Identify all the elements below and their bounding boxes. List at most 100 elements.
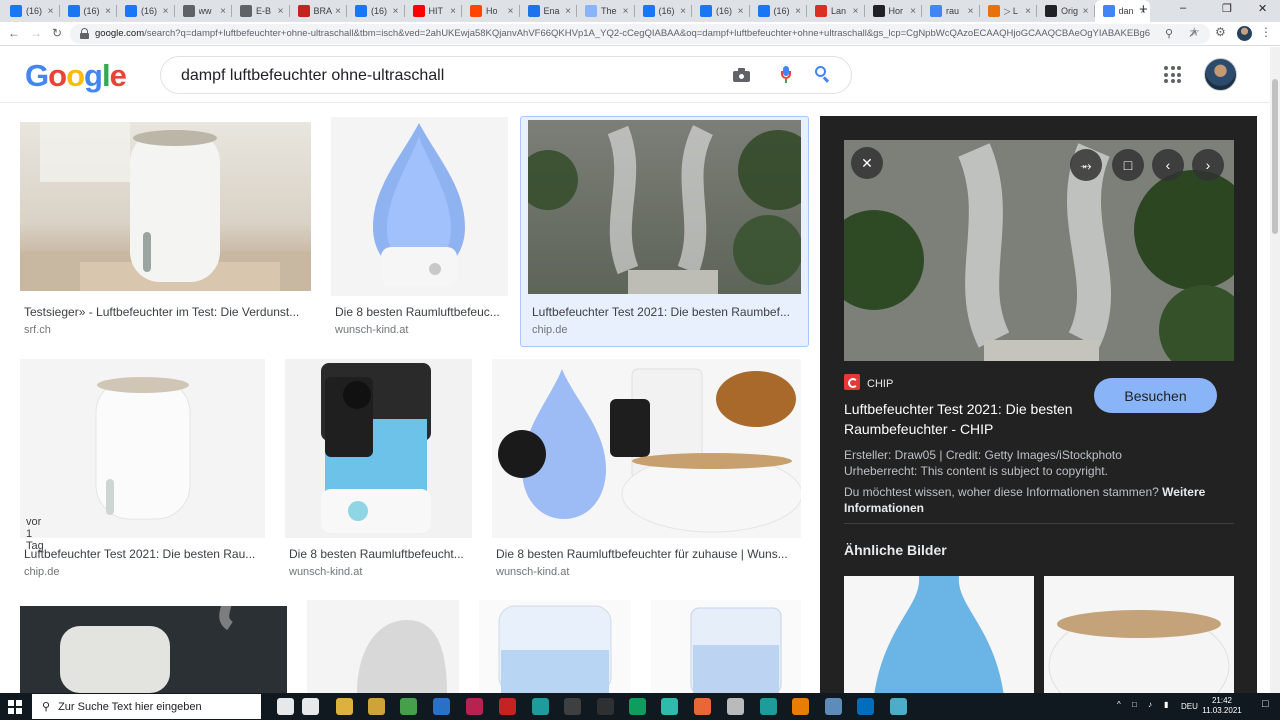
result-image[interactable]	[285, 359, 472, 538]
app-icon[interactable]	[825, 698, 842, 715]
close-tab-icon[interactable]: ×	[680, 6, 686, 17]
edge-icon[interactable]	[433, 698, 450, 715]
app-icon[interactable]	[792, 698, 809, 715]
result-image[interactable]	[331, 117, 508, 296]
app-icon[interactable]	[629, 698, 646, 715]
close-tab-icon[interactable]: ×	[738, 6, 744, 17]
zoom-icon[interactable]: ⚲	[1165, 27, 1173, 40]
search-box[interactable]: dampf luftbefeuchter ohne-ultraschall	[160, 56, 852, 94]
close-tab-icon[interactable]: ×	[48, 6, 54, 17]
close-tab-icon[interactable]: ×	[853, 6, 859, 17]
url-text[interactable]: google.com/search?q=dampf+luftbefeuchter…	[95, 28, 1150, 39]
chevron-left-icon[interactable]: ‹	[1152, 149, 1184, 181]
taskbar-clock[interactable]: 21:42 11.03.2021	[1200, 696, 1244, 716]
preview-site-name[interactable]: CHIP	[867, 378, 893, 390]
close-tab-icon[interactable]: ×	[335, 6, 341, 17]
app-icon[interactable]	[466, 698, 483, 715]
browser-profile-avatar[interactable]	[1237, 26, 1252, 41]
browser-tab[interactable]: Lan ×	[807, 0, 863, 22]
result-caption[interactable]: Die 8 besten Raumluftbefeuc...	[335, 305, 507, 319]
file-explorer-icon[interactable]	[336, 698, 353, 715]
taskbar-search[interactable]: ⚲ Zur Suche Text hier eingeben	[32, 694, 261, 719]
result-caption[interactable]: Luftbefeuchter Test 2021: Die besten Rau…	[24, 547, 264, 561]
account-avatar[interactable]	[1204, 58, 1237, 91]
task-view-icon[interactable]	[277, 698, 294, 715]
google-logo[interactable]: Google	[25, 58, 127, 94]
browser-tab[interactable]: E-B ×	[232, 0, 288, 22]
task-view2-icon[interactable]	[302, 698, 319, 715]
app-icon[interactable]	[499, 698, 516, 715]
network-icon[interactable]: □	[1132, 700, 1137, 709]
chevron-right-icon[interactable]: ›	[1192, 149, 1224, 181]
browser-tab[interactable]: (16) ×	[347, 0, 403, 22]
result-caption[interactable]: Die 8 besten Raumluftbefeucht...	[289, 547, 470, 561]
browser-tab[interactable]: Orig ×	[1037, 0, 1093, 22]
close-window-icon[interactable]: ✕	[1258, 2, 1267, 15]
result-caption[interactable]: Testsieger» - Luftbefeuchter im Test: Di…	[24, 305, 309, 319]
browser-tab[interactable]: ▷ L ×	[980, 0, 1036, 22]
result-image[interactable]	[492, 359, 801, 538]
camera-icon[interactable]	[733, 68, 750, 82]
chrome-icon[interactable]	[400, 698, 417, 715]
back-icon[interactable]: ←	[8, 26, 20, 40]
extensions-icon[interactable]: ⚙	[1215, 25, 1226, 39]
windows-start-icon[interactable]	[8, 700, 22, 714]
similar-image[interactable]	[844, 576, 1034, 696]
battery-icon[interactable]: ▮	[1164, 700, 1168, 709]
browser-tab[interactable]: Ena ×	[520, 0, 576, 22]
volume-icon[interactable]: ♪	[1148, 700, 1152, 709]
browser-tab[interactable]: The ×	[577, 0, 633, 22]
close-tab-icon[interactable]: ×	[795, 6, 801, 17]
browser-tab[interactable]: BRA ×	[290, 0, 346, 22]
microphone-icon[interactable]	[781, 66, 791, 84]
browser-tab[interactable]: (16) ×	[117, 0, 173, 22]
restore-icon[interactable]: ❐	[1222, 2, 1232, 15]
close-tab-icon[interactable]: ×	[968, 6, 974, 17]
close-tab-icon[interactable]: ×	[623, 6, 629, 17]
bookmark-star-icon[interactable]: ☆	[1189, 25, 1200, 39]
app-icon[interactable]	[661, 698, 678, 715]
browser-tab[interactable]: (16) ×	[2, 0, 58, 22]
close-tab-icon[interactable]: ×	[278, 6, 284, 17]
reload-icon[interactable]: ↻	[52, 26, 62, 40]
search-input[interactable]: dampf luftbefeuchter ohne-ultraschall	[181, 67, 444, 85]
result-image[interactable]	[20, 359, 265, 538]
close-tab-icon[interactable]: ×	[910, 6, 916, 17]
browser-tab[interactable]: (16) ×	[692, 0, 748, 22]
result-image[interactable]	[20, 122, 311, 291]
app-icon[interactable]	[760, 698, 777, 715]
app-icon[interactable]	[857, 698, 874, 715]
close-tab-icon[interactable]: ×	[450, 6, 456, 17]
close-tab-icon[interactable]: ×	[393, 6, 399, 17]
share-icon[interactable]: ⥇	[1070, 149, 1102, 181]
forward-icon[interactable]: →	[30, 26, 42, 40]
visit-button[interactable]: Besuchen	[1094, 378, 1217, 413]
page-scrollbar[interactable]	[1270, 47, 1280, 693]
close-tab-icon[interactable]: ×	[220, 6, 226, 17]
app-icon[interactable]	[532, 698, 549, 715]
browser-tab[interactable]: ww ×	[175, 0, 231, 22]
result-image[interactable]	[307, 600, 459, 693]
browser-tab[interactable]: Hor ×	[865, 0, 921, 22]
close-tab-icon[interactable]: ×	[105, 6, 111, 17]
result-caption[interactable]: Die 8 besten Raumluftbefeuchter für zuha…	[496, 547, 798, 561]
preview-title[interactable]: Luftbefeuchter Test 2021: Die besten Rau…	[844, 399, 1074, 439]
result-image[interactable]	[651, 600, 801, 693]
app-icon[interactable]	[597, 698, 614, 715]
result-image[interactable]	[479, 600, 631, 693]
close-tab-icon[interactable]: ×	[508, 6, 514, 17]
browser-tab[interactable]: (16) ×	[750, 0, 806, 22]
result-image[interactable]	[528, 120, 801, 294]
similar-image[interactable]	[1044, 576, 1234, 696]
browser-tab[interactable]: HIT ×	[405, 0, 461, 22]
search-icon[interactable]	[815, 66, 831, 83]
close-tab-icon[interactable]: ×	[163, 6, 169, 17]
app-icon[interactable]	[727, 698, 744, 715]
app-icon[interactable]	[564, 698, 581, 715]
browser-tab[interactable]: rau ×	[922, 0, 978, 22]
language-indicator[interactable]: DEU	[1181, 702, 1198, 711]
store-icon[interactable]	[368, 698, 385, 715]
result-image[interactable]	[20, 606, 287, 693]
minimize-icon[interactable]: –	[1180, 2, 1186, 14]
close-tab-icon[interactable]: ×	[1083, 6, 1089, 17]
